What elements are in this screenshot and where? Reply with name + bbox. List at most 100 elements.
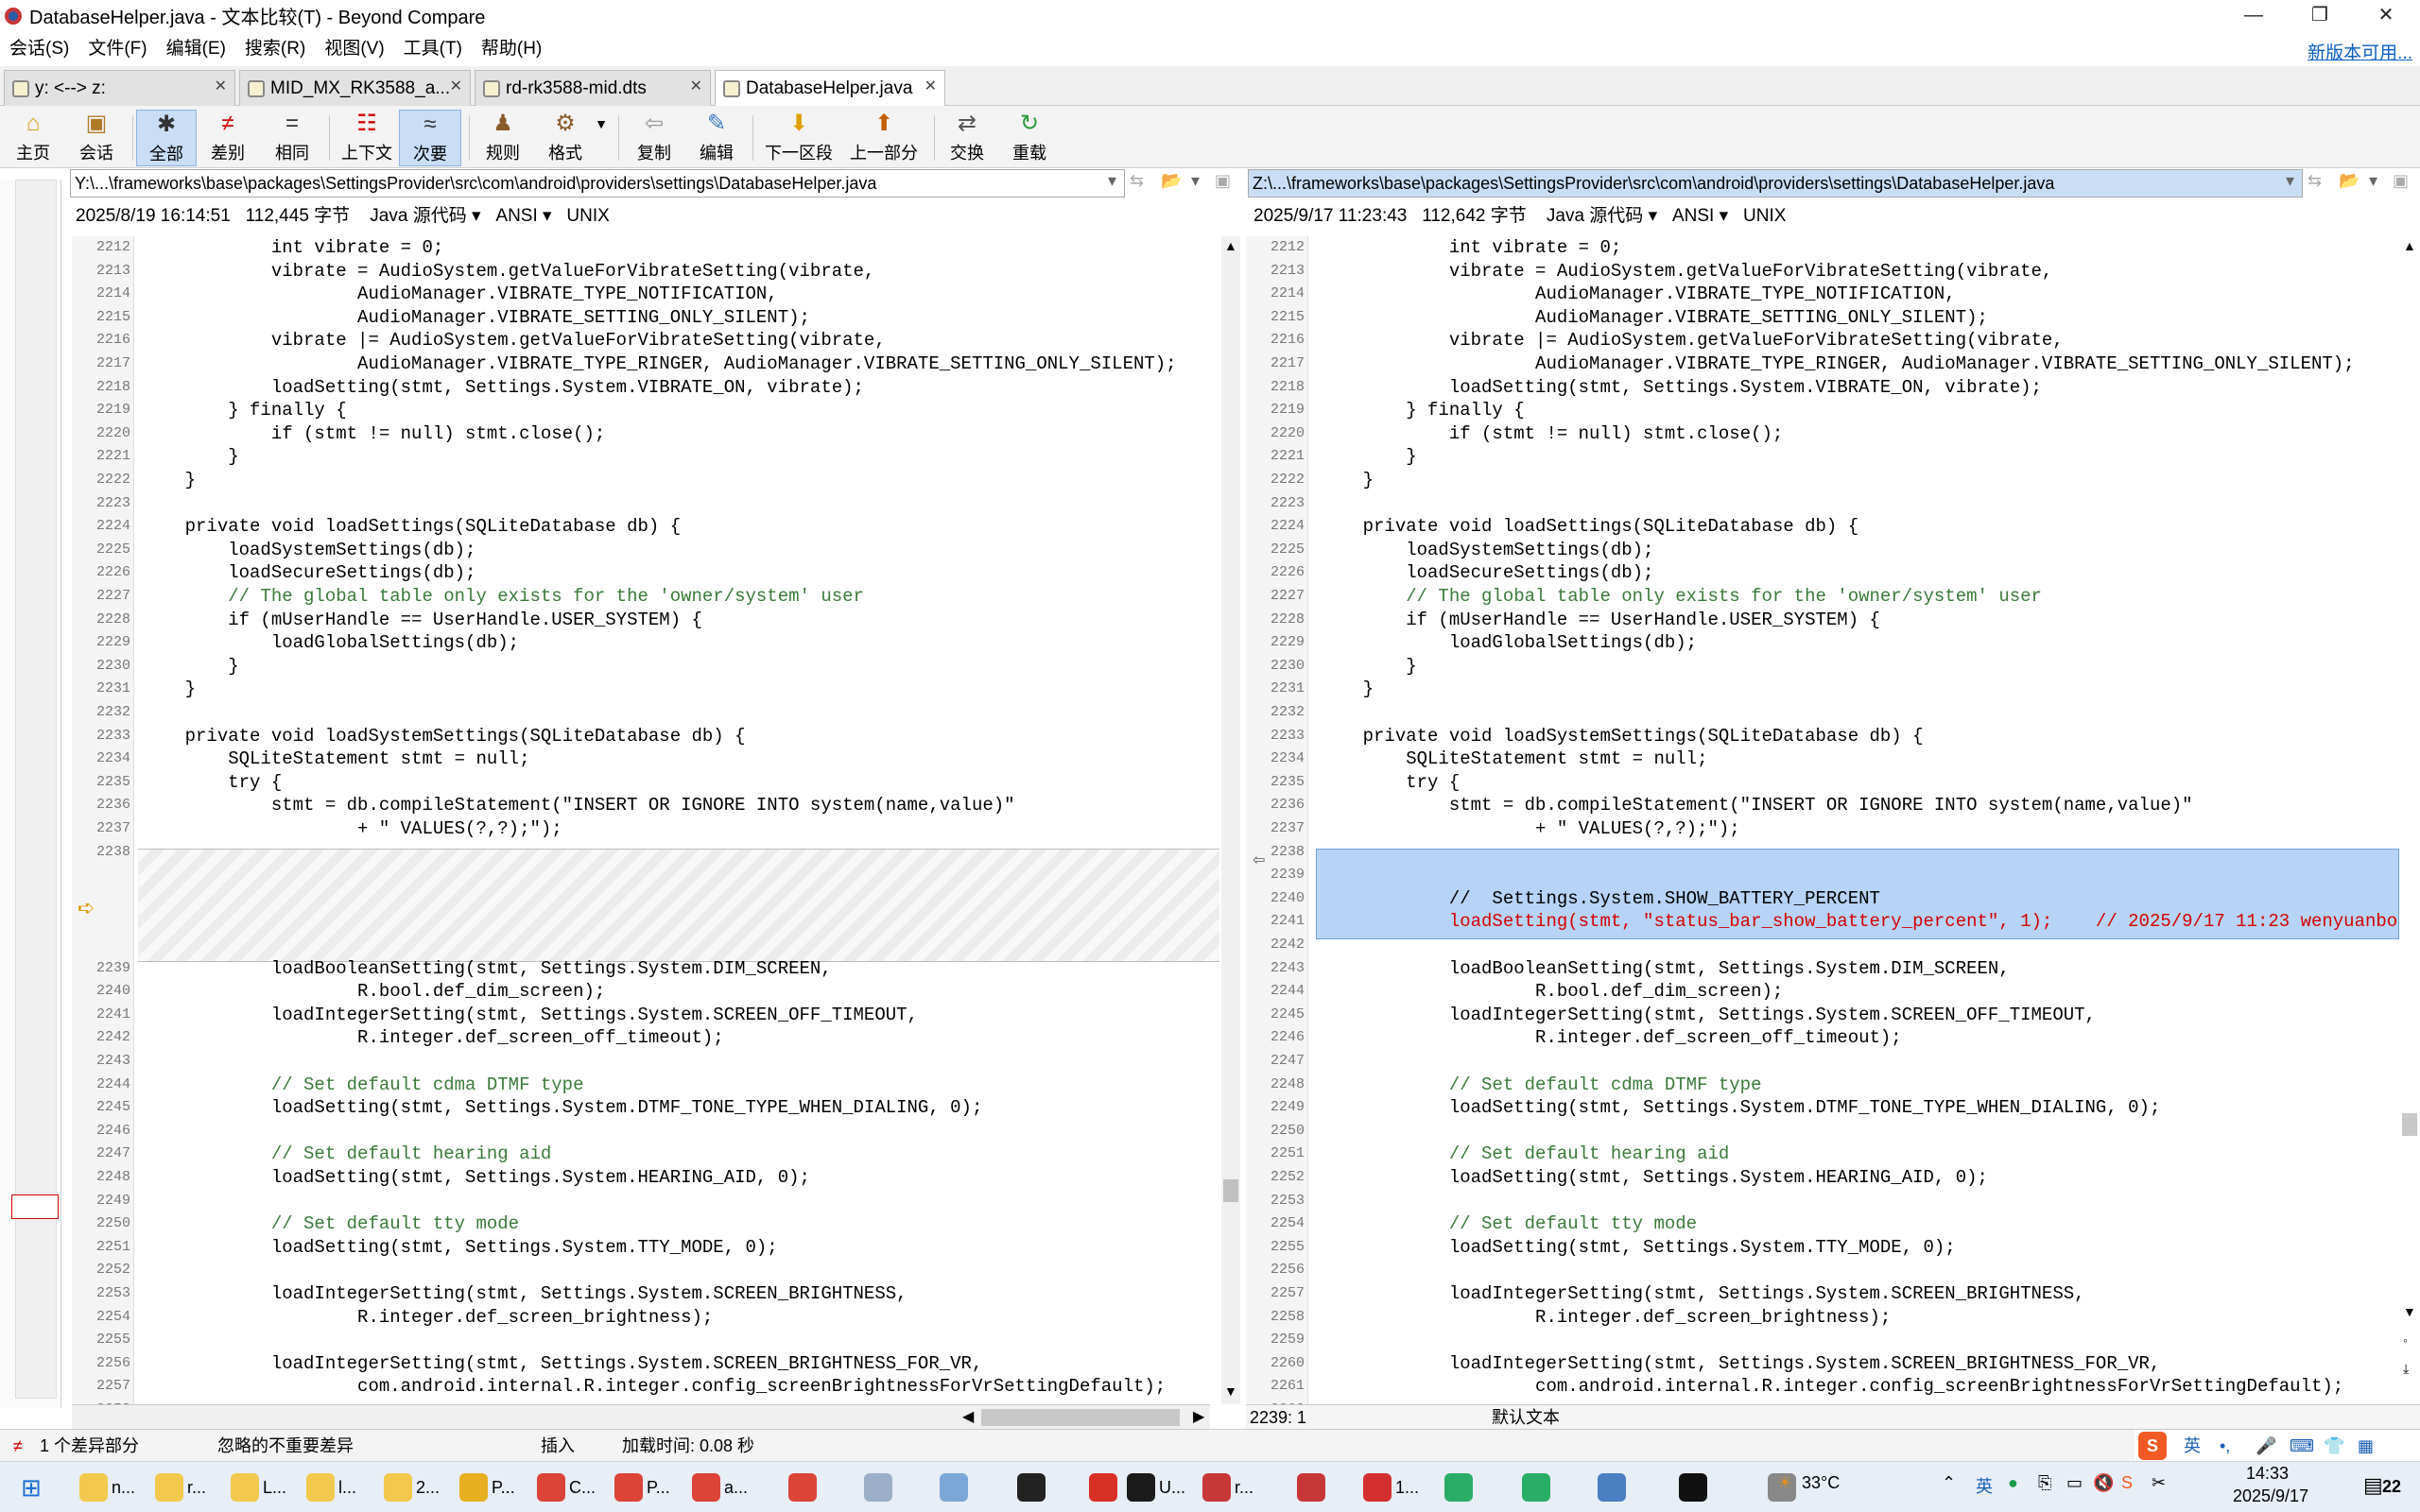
code-line[interactable]: + " VALUES(?,?);"); bbox=[142, 817, 562, 840]
left-code-text[interactable]: int vibrate = 0; vibrate = AudioSystem.g… bbox=[138, 236, 1219, 1404]
right-encoding-select[interactable]: ANSI bbox=[1672, 206, 1714, 226]
notification-icon[interactable]: ▤ bbox=[2363, 1473, 2383, 1498]
code-line[interactable]: } bbox=[142, 445, 238, 468]
code-line[interactable]: loadSystemSettings(db); bbox=[142, 539, 475, 561]
code-line[interactable]: R.integer.def_screen_off_timeout); bbox=[1320, 1026, 1902, 1049]
tab-close-icon[interactable]: ✕ bbox=[450, 77, 462, 95]
taskbar-app[interactable]: C... bbox=[537, 1469, 596, 1505]
code-line[interactable]: + " VALUES(?,?);"); bbox=[1320, 817, 1740, 840]
taskbar-app[interactable]: P... bbox=[459, 1469, 515, 1505]
swap-button[interactable]: ⇄ 交换 bbox=[943, 110, 991, 166]
code-line[interactable]: loadSystemSettings(db); bbox=[1320, 539, 1653, 561]
code-line[interactable]: loadSetting(stmt, Settings.System.TTY_MO… bbox=[1320, 1236, 1956, 1259]
taskbar-app[interactable] bbox=[1444, 1469, 1477, 1505]
tab-close-icon[interactable]: ✕ bbox=[690, 77, 702, 95]
code-line[interactable]: com.android.internal.R.integer.config_sc… bbox=[142, 1375, 1166, 1398]
scroll-down-icon[interactable]: ▼ bbox=[1224, 1383, 1237, 1399]
minimize-button[interactable]: — bbox=[2221, 0, 2287, 31]
tab-mid-mx[interactable]: MID_MX_RK3588_a... ✕ bbox=[239, 70, 471, 106]
code-line[interactable]: loadSetting(stmt, Settings.System.VIBRAT… bbox=[1320, 376, 2042, 399]
right-code-pane[interactable]: int vibrate = 0; vibrate = AudioSystem.g… bbox=[1246, 236, 2399, 1404]
menu-tools[interactable]: 工具(T) bbox=[394, 33, 472, 65]
tab-folder-compare[interactable]: y: <--> z: ✕ bbox=[4, 70, 235, 106]
taskbar-app[interactable]: n... bbox=[79, 1469, 135, 1505]
code-line[interactable]: private void loadSystemSettings(SQLiteDa… bbox=[142, 725, 746, 747]
code-line[interactable]: loadGlobalSettings(db); bbox=[1320, 631, 1697, 654]
last-diff-icon[interactable]: ⤓ bbox=[2403, 1361, 2409, 1377]
taskbar-app[interactable] bbox=[864, 1469, 896, 1505]
code-line[interactable]: loadIntegerSetting(stmt, Settings.System… bbox=[1320, 1352, 2161, 1375]
next-diff-icon[interactable]: ◦ bbox=[2403, 1332, 2408, 1348]
left-open-folder-icon[interactable]: 📂 bbox=[1161, 171, 1182, 191]
taskbar-app[interactable]: 2... bbox=[384, 1469, 440, 1505]
code-line[interactable]: loadSetting(stmt, Settings.System.TTY_MO… bbox=[142, 1236, 778, 1259]
right-code-text[interactable]: int vibrate = 0; vibrate = AudioSystem.g… bbox=[1316, 236, 2399, 1404]
tray-network-icon[interactable]: ⎘ bbox=[2038, 1473, 2051, 1493]
thumbnail-viewport[interactable] bbox=[11, 1194, 59, 1219]
code-line[interactable]: try { bbox=[142, 771, 282, 794]
hscroll-thumb[interactable] bbox=[981, 1409, 1180, 1426]
code-line[interactable]: R.integer.def_screen_off_timeout); bbox=[142, 1026, 724, 1049]
code-line[interactable]: AudioManager.VIBRATE_TYPE_NOTIFICATION, bbox=[1320, 283, 1956, 305]
left-history-icon[interactable]: ⇆ bbox=[1130, 171, 1144, 191]
right-history-icon[interactable]: ⇆ bbox=[2308, 171, 2322, 191]
menu-help[interactable]: 帮助(H) bbox=[472, 33, 551, 65]
code-line[interactable]: try { bbox=[1320, 771, 1460, 794]
code-line[interactable]: loadSetting(stmt, Settings.System.HEARIN… bbox=[1320, 1166, 1988, 1189]
code-line[interactable]: loadIntegerSetting(stmt, Settings.System… bbox=[1320, 1004, 2096, 1026]
sogou-ime-icon[interactable]: S bbox=[2138, 1432, 2167, 1460]
code-line[interactable]: } bbox=[142, 655, 238, 678]
code-line[interactable]: R.integer.def_screen_brightness); bbox=[1320, 1306, 1891, 1329]
taskbar-app[interactable] bbox=[1297, 1469, 1329, 1505]
menu-file[interactable]: 文件(F) bbox=[78, 33, 156, 65]
tray-app-icon[interactable]: ● bbox=[2008, 1473, 2018, 1493]
code-line[interactable]: loadSetting(stmt, "status_bar_show_batte… bbox=[1320, 910, 2399, 933]
taskbar-app[interactable]: l... bbox=[306, 1469, 356, 1505]
right-open-folder-icon[interactable]: 📂 bbox=[2339, 171, 2360, 191]
clock-date[interactable]: 2025/9/17 bbox=[2233, 1486, 2308, 1506]
left-path-input[interactable]: Y:\...\frameworks\base\packages\Settings… bbox=[70, 169, 1125, 198]
ime-toolbar[interactable]: S 英 •, 🎤 ⌨ 👕 ▦ bbox=[2135, 1430, 2420, 1462]
code-line[interactable]: // The global table only exists for the … bbox=[142, 585, 864, 608]
show-same-button[interactable]: = 相同 bbox=[267, 110, 318, 166]
minor-button[interactable]: ≈ 次要 bbox=[399, 110, 461, 166]
scroll-up-icon[interactable]: ▲ bbox=[2403, 238, 2416, 253]
taskbar-app[interactable]: P... bbox=[614, 1469, 670, 1505]
code-line[interactable]: loadSetting(stmt, Settings.System.VIBRAT… bbox=[142, 376, 864, 399]
left-vertical-scrollbar[interactable]: ▲ ▼ bbox=[1221, 236, 1240, 1404]
format-dropdown[interactable]: ▼ bbox=[594, 110, 609, 166]
taskbar-app[interactable] bbox=[1522, 1469, 1554, 1505]
weather-temp[interactable]: 33°C bbox=[1802, 1473, 1840, 1493]
tab-database-helper[interactable]: DatabaseHelper.java ✕ bbox=[715, 70, 945, 107]
code-line[interactable]: loadIntegerSetting(stmt, Settings.System… bbox=[142, 1004, 918, 1026]
code-line[interactable]: vibrate |= AudioSystem.getValueForVibrat… bbox=[1320, 329, 2064, 352]
code-line[interactable]: loadSecureSettings(db); bbox=[1320, 561, 1653, 584]
code-line[interactable]: private void loadSystemSettings(SQLiteDa… bbox=[1320, 725, 1924, 747]
code-line[interactable]: AudioManager.VIBRATE_TYPE_RINGER, AudioM… bbox=[1320, 352, 2355, 375]
code-line[interactable]: } bbox=[142, 469, 196, 491]
scroll-right-icon[interactable]: ▶ bbox=[1193, 1407, 1204, 1426]
rules-button[interactable]: ♟ 规则 bbox=[476, 110, 529, 166]
code-line[interactable]: stmt = db.compileStatement("INSERT OR IG… bbox=[1320, 794, 2193, 816]
code-line[interactable]: R.bool.def_dim_screen); bbox=[142, 980, 605, 1003]
home-button[interactable]: ⌂ 主页 bbox=[9, 110, 57, 166]
tab-close-icon[interactable]: ✕ bbox=[215, 77, 227, 95]
code-line[interactable]: // Settings.System.SHOW_BATTERY_PERCENT bbox=[1320, 887, 1880, 910]
code-line[interactable]: int vibrate = 0; bbox=[142, 236, 443, 259]
code-line[interactable]: if (mUserHandle == UserHandle.USER_SYSTE… bbox=[1320, 609, 1880, 631]
prev-section-button[interactable]: ⬆ 上一部分 bbox=[847, 110, 921, 166]
scroll-up-icon[interactable]: ▲ bbox=[1224, 238, 1237, 253]
code-line[interactable]: R.integer.def_screen_brightness); bbox=[142, 1306, 713, 1329]
taskbar-app[interactable]: r... bbox=[155, 1469, 206, 1505]
diff-thumbnail-map[interactable] bbox=[0, 180, 61, 1408]
tray-sogou-icon[interactable]: S bbox=[2121, 1473, 2133, 1493]
right-save-icon[interactable]: ▣ bbox=[2393, 171, 2409, 191]
clock-time[interactable]: 14:33 bbox=[2246, 1464, 2289, 1484]
menu-search[interactable]: 搜索(R) bbox=[235, 33, 315, 65]
ime-punct-icon[interactable]: •, bbox=[2220, 1430, 2230, 1462]
code-line[interactable]: // Set default cdma DTMF type bbox=[142, 1074, 584, 1096]
edit-button[interactable]: ✎ 编辑 bbox=[690, 110, 743, 166]
taskbar-app[interactable] bbox=[940, 1469, 972, 1505]
taskbar-app[interactable]: 1... bbox=[1363, 1469, 1419, 1505]
taskbar-app[interactable]: U... bbox=[1127, 1469, 1185, 1505]
